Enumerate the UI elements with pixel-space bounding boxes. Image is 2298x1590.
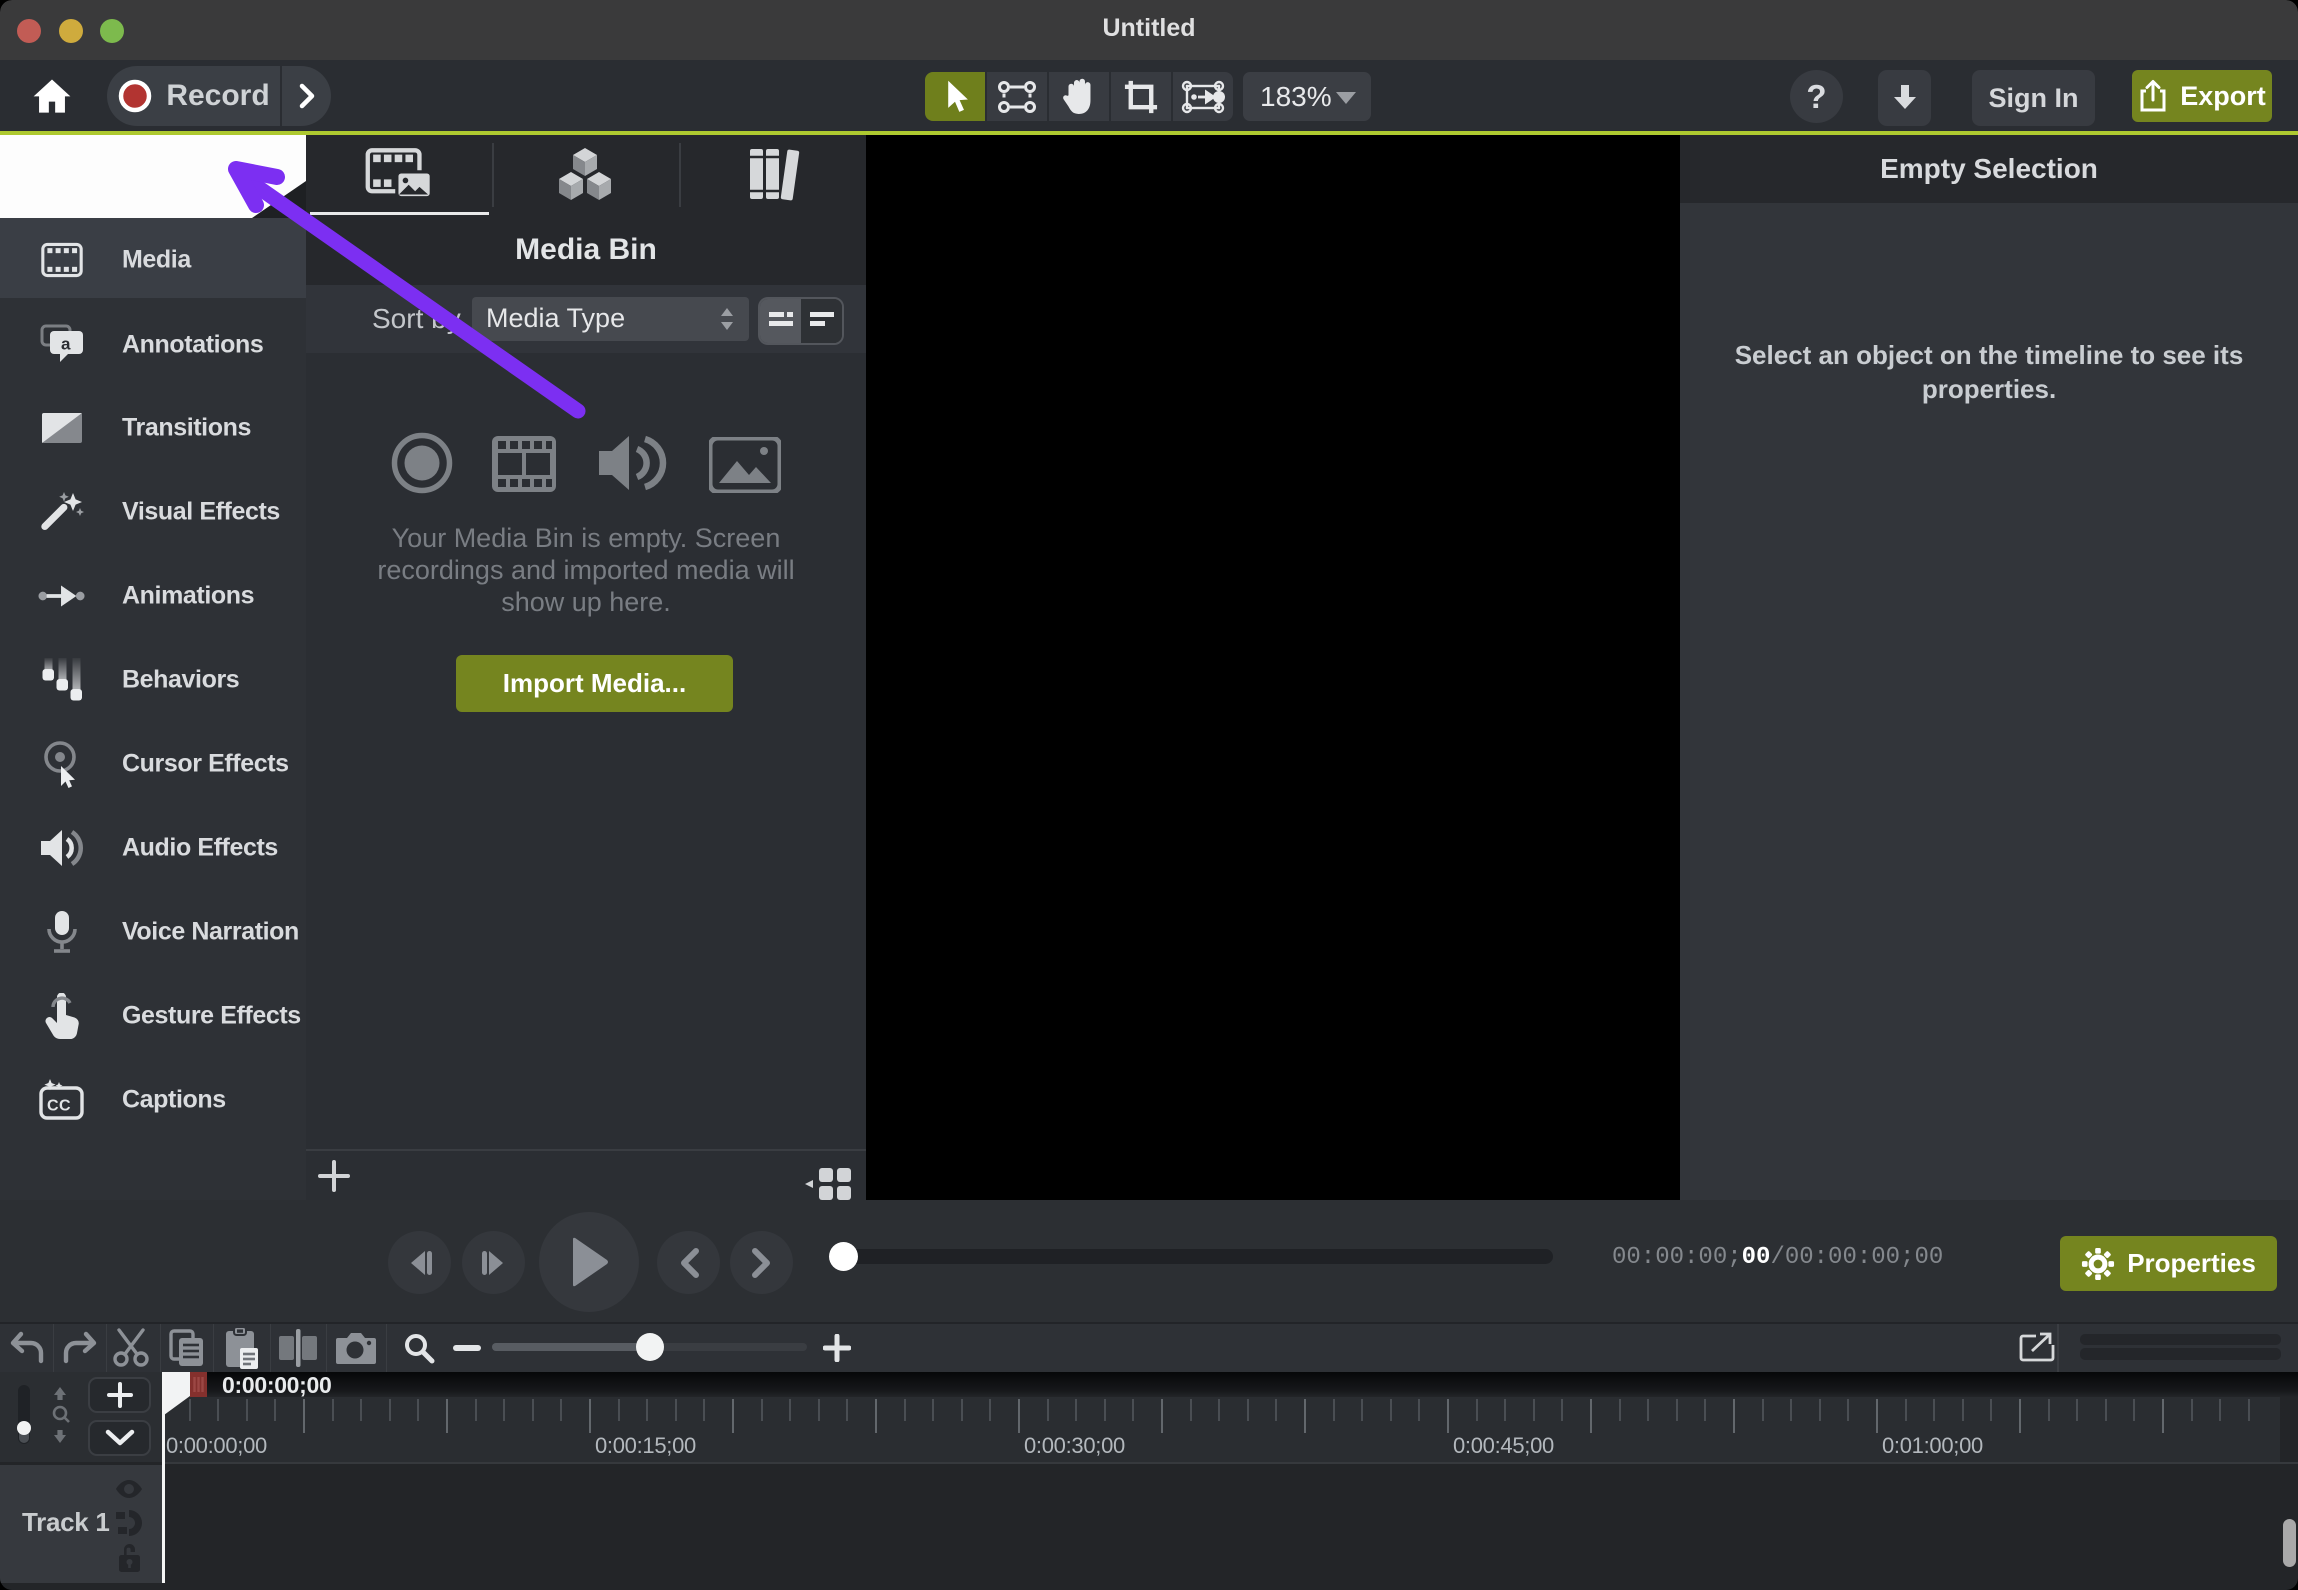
svg-text:CC: CC xyxy=(47,1098,71,1115)
